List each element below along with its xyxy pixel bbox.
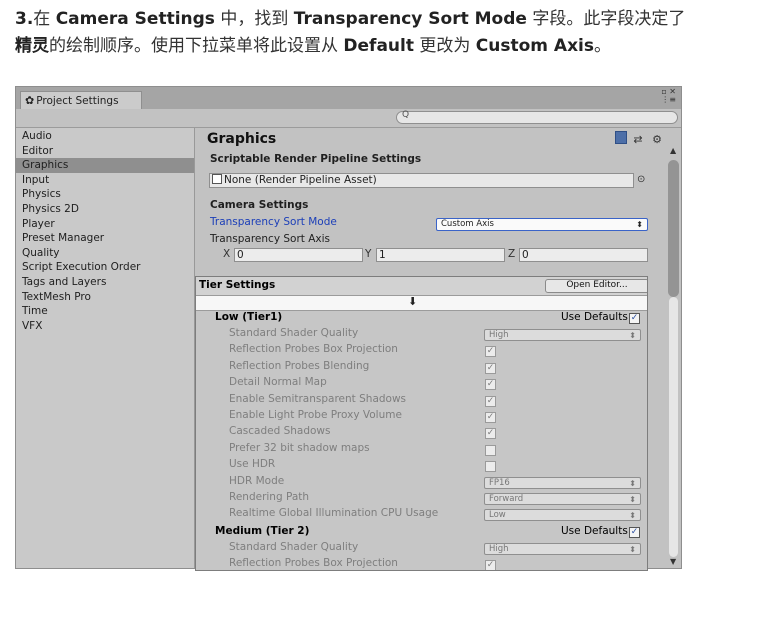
- low-enable-semitransparent-shadows-label: Enable Semitransparent Shadows: [229, 392, 407, 405]
- tab-bar: ✿ Project Settings ▫ ✕ ⋮≡: [16, 87, 681, 109]
- low-reflection-probes-box-projection-label: Reflection Probes Box Projection: [229, 343, 398, 356]
- srp-heading: Scriptable Render Pipeline Settings: [210, 153, 422, 165]
- low-hdr-mode-label: HDR Mode: [229, 474, 285, 487]
- tier-settings-heading: Tier Settings: [199, 279, 276, 291]
- tier-download-bar[interactable]: ⬇: [196, 295, 647, 311]
- sidebar-item-audio[interactable]: Audio: [16, 129, 194, 144]
- camera-settings-term: Camera Settings: [55, 9, 215, 29]
- transparency-sort-mode-term: Transparency Sort Mode: [293, 9, 527, 29]
- sprite-term: 精灵: [15, 36, 49, 56]
- download-arrow-icon: ⬇: [408, 295, 418, 308]
- object-picker-icon[interactable]: ⊙: [637, 174, 645, 185]
- asset-icon: [212, 174, 222, 184]
- low-prefer-32-bit-shadow-maps-label: Prefer 32 bit shadow maps: [229, 441, 370, 454]
- scroll-down-icon[interactable]: ▼: [670, 557, 676, 566]
- medium-standard-shader-quality-label: Standard Shader Quality: [229, 541, 359, 553]
- sidebar-item-editor[interactable]: Editor: [16, 144, 194, 159]
- low-detail-normal-map-checkbox[interactable]: ✓: [485, 379, 496, 391]
- default-term: Default: [343, 36, 414, 56]
- dropdown-arrow-icon: ⬍: [629, 511, 636, 521]
- scroll-track[interactable]: [669, 297, 678, 557]
- axis-y-label: Y: [365, 248, 372, 260]
- low-reflection-probes-blending-label: Reflection Probes Blending: [229, 359, 370, 372]
- gear-icon: ✿: [25, 94, 35, 107]
- search-input[interactable]: Q: [396, 110, 678, 124]
- medium-use-defaults-label: Use Defaults: [561, 525, 628, 537]
- medium-tier-title: Medium (Tier 2): [215, 525, 310, 537]
- low-prefer-32-bit-shadow-maps-checkbox[interactable]: [485, 444, 496, 456]
- window-controls[interactable]: ▫ ✕ ⋮≡: [661, 88, 676, 104]
- dropdown-arrow-icon: ⬍: [629, 545, 636, 554]
- tier-settings-panel: Tier Settings Open Editor... ⬇ Low (Tier…: [195, 276, 648, 571]
- low-enable-semitransparent-shadows-checkbox[interactable]: ✓: [485, 395, 496, 407]
- transparency-sort-mode-dropdown[interactable]: Custom Axis ⬍: [436, 218, 648, 231]
- preset-sliders-icon[interactable]: ⇄: [633, 133, 645, 146]
- vertical-scrollbar[interactable]: ▲ ▼: [667, 146, 681, 568]
- sidebar-item-vfx[interactable]: VFX: [16, 319, 194, 334]
- help-book-icon[interactable]: [614, 131, 627, 144]
- sidebar-item-tags-and-layers[interactable]: Tags and Layers: [16, 275, 194, 290]
- low-use-defaults-label: Use Defaults: [561, 311, 628, 323]
- transparency-sort-mode-label: Transparency Sort Mode: [210, 216, 337, 228]
- search-icon: Q: [402, 110, 410, 120]
- axis-z-label: Z: [508, 248, 516, 260]
- low-hdr-mode-dropdown[interactable]: FP16 ⬍: [484, 476, 641, 489]
- low-enable-light-probe-proxy-volume-checkbox[interactable]: ✓: [485, 412, 496, 423]
- low-standard-shader-quality-label: Standard Shader Quality: [229, 327, 359, 339]
- dropdown-arrow-icon: ⬍: [629, 495, 636, 504]
- settings-sidebar: Audio Editor Graphics Input Physics Physics 2…: [16, 128, 195, 568]
- scroll-up-icon[interactable]: ▲: [670, 146, 676, 155]
- page-title: Graphics: [207, 131, 277, 147]
- dropdown-arrow-icon: ⬍: [636, 220, 643, 229]
- low-realtime-global-illumination-cpu-usage-label: Realtime Global Illumination CPU Usage: [229, 507, 439, 520]
- sidebar-item-graphics[interactable]: Graphics: [16, 158, 194, 173]
- medium-use-defaults-checkbox[interactable]: ✓: [629, 527, 640, 538]
- header-icons: ⇄ ⚙: [614, 131, 665, 146]
- low-rendering-path-dropdown[interactable]: Forward ⬍: [484, 493, 641, 505]
- axis-x-field[interactable]: 0: [234, 248, 363, 262]
- sidebar-item-player[interactable]: Player: [16, 217, 194, 232]
- scroll-thumb[interactable]: [668, 160, 679, 297]
- sidebar-item-textmesh-pro[interactable]: TextMesh Pro: [16, 290, 194, 305]
- tier-settings-header: Tier Settings Open Editor...: [196, 277, 647, 296]
- low-reflection-probes-box-projection-checkbox[interactable]: ✓: [485, 346, 496, 358]
- low-cascaded-shadows-label: Cascaded Shadows: [229, 425, 331, 438]
- medium-reflection-probes-box-projection-checkbox[interactable]: ✓: [485, 560, 496, 570]
- sidebar-item-physics-2d[interactable]: Physics 2D: [16, 202, 194, 217]
- sidebar-item-preset-manager[interactable]: Preset Manager: [16, 231, 194, 246]
- low-use-defaults-checkbox[interactable]: ✓: [629, 313, 640, 324]
- step-number: 3.: [15, 9, 34, 29]
- low-rendering-path-label: Rendering Path: [229, 491, 310, 503]
- sidebar-item-script-execution-order[interactable]: Script Execution Order: [16, 260, 194, 275]
- camera-settings-heading: Camera Settings: [210, 199, 309, 211]
- tab-project-settings[interactable]: ✿ Project Settings: [20, 91, 142, 109]
- low-detail-normal-map-label: Detail Normal Map: [229, 376, 327, 389]
- dropdown-arrow-icon: ⬍: [629, 331, 636, 340]
- sidebar-item-quality[interactable]: Quality: [16, 246, 194, 261]
- axis-x-label: X: [223, 248, 231, 260]
- axis-y-field[interactable]: 1: [376, 248, 505, 262]
- low-tier-title: Low (Tier1): [215, 311, 283, 323]
- axis-z-field[interactable]: 0: [519, 248, 648, 262]
- sidebar-item-time[interactable]: Time: [16, 304, 194, 319]
- low-realtime-global-illumination-cpu-usage-dropdown[interactable]: Low ⬍: [484, 509, 641, 522]
- low-cascaded-shadows-checkbox[interactable]: ✓: [485, 428, 496, 440]
- low-enable-light-probe-proxy-volume-label: Enable Light Probe Proxy Volume: [229, 409, 402, 421]
- sidebar-item-physics[interactable]: Physics: [16, 187, 194, 202]
- low-standard-shader-quality-dropdown[interactable]: High ⬍: [484, 329, 641, 341]
- low-use-hdr-checkbox[interactable]: [485, 461, 496, 473]
- search-row: Q: [16, 109, 681, 128]
- medium-reflection-probes-box-projection-label: Reflection Probes Box Projection: [229, 557, 398, 570]
- sidebar-item-input[interactable]: Input: [16, 173, 194, 188]
- custom-axis-term: Custom Axis: [475, 36, 594, 56]
- gear-icon[interactable]: ⚙: [652, 133, 665, 146]
- low-use-hdr-label: Use HDR: [229, 458, 276, 471]
- render-pipeline-asset-field[interactable]: None (Render Pipeline Asset): [209, 173, 634, 188]
- low-reflection-probes-blending-checkbox[interactable]: ✓: [485, 362, 496, 374]
- instruction-text: 3.在 Camera Settings 中，找到 Transparency So…: [15, 9, 686, 56]
- transparency-sort-axis-label: Transparency Sort Axis: [210, 233, 331, 245]
- dropdown-arrow-icon: ⬍: [629, 478, 636, 488]
- open-editor-button[interactable]: Open Editor...: [545, 279, 647, 293]
- medium-standard-shader-quality-dropdown[interactable]: High ⬍: [484, 543, 641, 555]
